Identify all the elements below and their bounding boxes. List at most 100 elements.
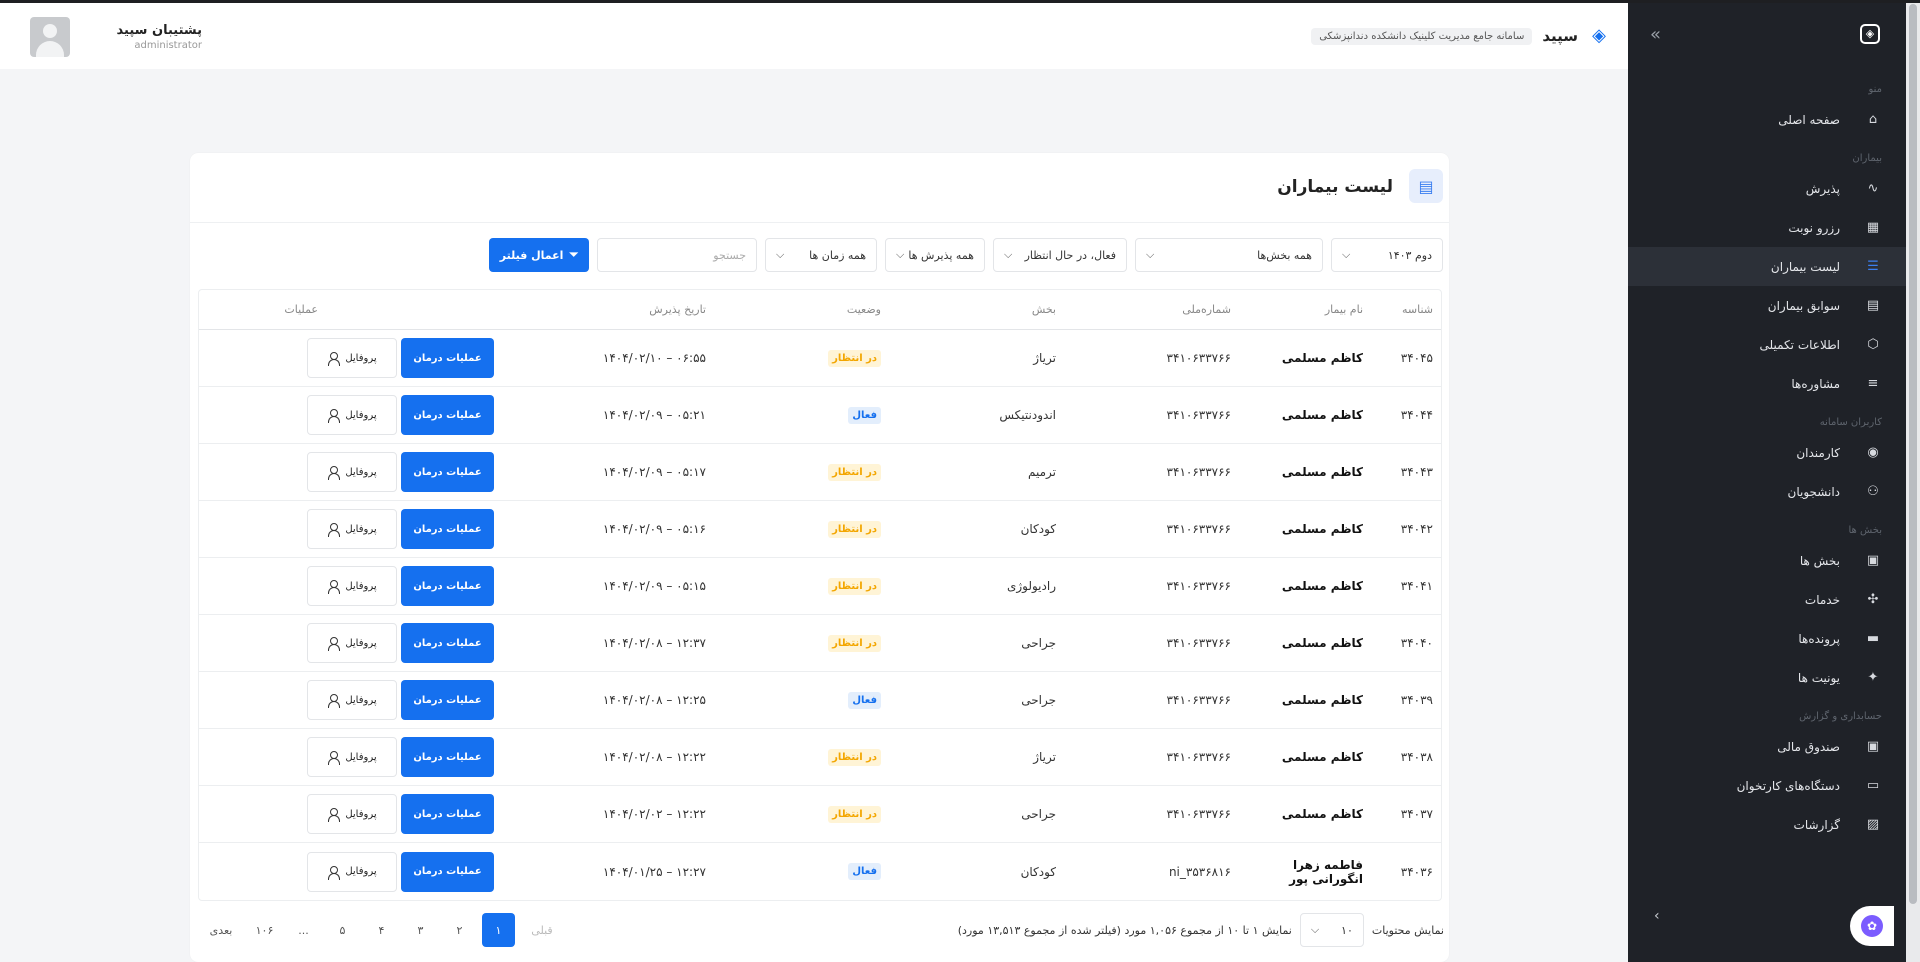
brand[interactable]: ◈ سپید سامانه جامع مدیریت کلینیک دانشکده… bbox=[1311, 25, 1610, 47]
brand-logo-icon: ◈ bbox=[1592, 25, 1606, 46]
patient-name: کاظم مسلمی bbox=[1281, 579, 1363, 593]
sidebar-item[interactable]: ✦ یونیت ها bbox=[1628, 658, 1906, 697]
profile-button[interactable]: پروفایل bbox=[307, 680, 397, 720]
assistant-bubble[interactable]: ✿ bbox=[1850, 906, 1894, 946]
apply-filter-button[interactable]: ⏷ اعمال فیلتر bbox=[489, 238, 589, 272]
chevron-down-icon: ⌵ bbox=[1342, 248, 1351, 261]
column-header-national-id[interactable]: شماره‌ملی bbox=[1068, 303, 1243, 316]
collapse-sidebar-icon[interactable]: « bbox=[1650, 24, 1661, 45]
app-logo-icon[interactable]: ◈ bbox=[1860, 24, 1880, 44]
ward: جراحی bbox=[1021, 693, 1056, 707]
column-header-ward[interactable]: بخش bbox=[893, 303, 1068, 316]
term-select[interactable]: دوم ۱۴۰۳ ⌵ bbox=[1331, 238, 1443, 272]
sidebar-item[interactable]: ▣ بخش ها bbox=[1628, 541, 1906, 580]
profile-button[interactable]: پروفایل bbox=[307, 509, 397, 549]
sidebar-item[interactable]: ▣ صندوق مالی bbox=[1628, 727, 1906, 766]
sidebar-item[interactable]: ✣ خدمات bbox=[1628, 580, 1906, 619]
patient-name: کاظم مسلمی bbox=[1281, 465, 1363, 479]
sidebar-item[interactable]: ☰ لیست بیماران bbox=[1628, 247, 1906, 286]
treatment-operations-button[interactable]: عملیات درمان bbox=[401, 452, 494, 492]
treatment-operations-button[interactable]: عملیات درمان bbox=[401, 509, 494, 549]
sidebar-item[interactable]: ▭ دستگاه‌های کارتخوان bbox=[1628, 766, 1906, 805]
admission-date: ۱۴۰۴/۰۲/۰۲ – ۱۲:۲۲ bbox=[602, 807, 706, 821]
admission-date: ۱۴۰۴/۰۲/۰۹ – ۰۵:۱۶ bbox=[602, 522, 706, 536]
next-page-button[interactable]: بعدی bbox=[200, 913, 242, 947]
sidebar-item-label: لیست بیماران bbox=[1770, 259, 1840, 274]
table-row: ۳۴۰۳۶ فاطمه زهرا انگورانی پور ni_۳۵۳۶۸۱۶… bbox=[199, 843, 1441, 900]
prev-page-button[interactable]: قبلی bbox=[521, 913, 563, 947]
admission-select[interactable]: همه پذیرش ها ⌵ bbox=[885, 238, 985, 272]
page-button[interactable]: ۱ bbox=[482, 913, 515, 947]
page-button[interactable]: ۴ bbox=[365, 913, 398, 947]
patient-id: ۳۴۰۴۵ bbox=[1400, 351, 1433, 365]
status-select-value: فعال، در حال انتظار bbox=[1024, 248, 1116, 262]
search-input[interactable] bbox=[597, 238, 757, 272]
column-header-id[interactable]: شناسه bbox=[1363, 303, 1441, 316]
page-size-select[interactable]: ۱۰ ⌵ bbox=[1299, 913, 1364, 947]
assistant-icon: ✿ bbox=[1861, 915, 1883, 937]
page-scrollbar[interactable] bbox=[1906, 0, 1920, 962]
column-header-name[interactable]: نام بیمار bbox=[1243, 303, 1363, 316]
ward-select[interactable]: همه بخش‌ها ⌵ bbox=[1135, 238, 1323, 272]
sidebar-item[interactable]: ▬ پرونده‌ها bbox=[1628, 619, 1906, 658]
sidebar-item[interactable]: ⬡ اطلاعات تکمیلی bbox=[1628, 325, 1906, 364]
ward-select-value: همه بخش‌ها bbox=[1257, 248, 1312, 262]
treatment-operations-button[interactable]: عملیات درمان bbox=[401, 395, 494, 435]
sidebar-item[interactable]: ⚇ دانشجویان bbox=[1628, 472, 1906, 511]
national-id: ۳۴۱۰۶۳۳۷۶۶ bbox=[1166, 465, 1231, 479]
profile-button[interactable]: پروفایل bbox=[307, 851, 397, 892]
profile-button[interactable]: پروفایل bbox=[307, 395, 397, 435]
treatment-operations-button[interactable]: عملیات درمان bbox=[401, 338, 494, 378]
sidebar-item[interactable]: ▨ گزارشات bbox=[1628, 805, 1906, 844]
profile-button[interactable]: پروفایل bbox=[307, 338, 397, 378]
page-button[interactable]: ۲ bbox=[443, 913, 476, 947]
profile-button[interactable]: پروفایل bbox=[307, 452, 397, 492]
column-header-date[interactable]: تاریخ پذیرش bbox=[508, 303, 718, 316]
sidebar-item[interactable]: ◉ کارمندان bbox=[1628, 433, 1906, 472]
admission-date: ۱۴۰۴/۰۲/۱۰ – ۰۶:۵۵ bbox=[602, 351, 706, 365]
profile-button[interactable]: پروفایل bbox=[307, 794, 397, 834]
patient-list-icon: ▤ bbox=[1409, 169, 1443, 203]
treatment-operations-button[interactable]: عملیات درمان bbox=[401, 851, 494, 892]
scrollbar-thumb[interactable] bbox=[1909, 4, 1917, 904]
treatment-operations-button[interactable]: عملیات درمان bbox=[401, 623, 494, 663]
ward: کودکان bbox=[1020, 522, 1056, 536]
patient-id: ۳۴۰۴۰ bbox=[1400, 636, 1433, 650]
sidebar-item[interactable]: ≡ مشاوره‌ها bbox=[1628, 364, 1906, 403]
home-icon: ⌂ bbox=[1868, 112, 1878, 127]
chevron-down-icon: ⌵ bbox=[776, 248, 785, 261]
ward: جراحی bbox=[1021, 636, 1056, 650]
profile-button[interactable]: پروفایل bbox=[307, 566, 397, 606]
treatment-operations-button[interactable]: عملیات درمان bbox=[401, 794, 494, 834]
avatar[interactable] bbox=[30, 17, 70, 57]
profile-button[interactable]: پروفایل bbox=[307, 737, 397, 777]
sidebar-item[interactable]: ▤ سوابق بیماران bbox=[1628, 286, 1906, 325]
status-select[interactable]: فعال، در حال انتظار ⌵ bbox=[993, 238, 1127, 272]
national-id: ۳۴۱۰۶۳۳۷۶۶ bbox=[1166, 693, 1231, 707]
page-button[interactable]: ۳ bbox=[404, 913, 437, 947]
page-button[interactable]: ۱۰۶ bbox=[248, 913, 281, 947]
profile-button[interactable]: پروفایل bbox=[307, 623, 397, 663]
column-header-status[interactable]: وضعیت bbox=[718, 303, 893, 316]
sidebar-item[interactable]: ▦ رزرو نوبت bbox=[1628, 208, 1906, 247]
user-name: پشتیبان سپید bbox=[116, 23, 202, 38]
sidebar-item[interactable]: ⌂ صفحه اصلی bbox=[1628, 100, 1906, 139]
admission-date: ۱۴۰۴/۰۲/۰۹ – ۰۵:۱۷ bbox=[602, 465, 706, 479]
chat-icon: ≡ bbox=[1867, 376, 1879, 391]
treatment-operations-button[interactable]: عملیات درمان bbox=[401, 680, 494, 720]
time-select-value: همه زمان ها bbox=[809, 248, 866, 262]
time-select[interactable]: همه زمان ها ⌵ bbox=[765, 238, 877, 272]
profile-button-label: پروفایل bbox=[345, 808, 377, 820]
sidebar-item-label: اطلاعات تکمیلی bbox=[1759, 337, 1840, 352]
sparkle-icon: ✦ bbox=[1867, 670, 1879, 685]
user-menu[interactable]: پشتیبان سپید administrator bbox=[30, 17, 202, 57]
patient-name: فاطمه زهرا انگورانی پور bbox=[1289, 857, 1363, 886]
patient-name: کاظم مسلمی bbox=[1281, 636, 1363, 650]
treatment-operations-button[interactable]: عملیات درمان bbox=[401, 737, 494, 777]
sidebar-item[interactable]: ∿ پذیرش bbox=[1628, 169, 1906, 208]
profile-button-label: پروفایل bbox=[345, 751, 377, 763]
national-id: ۳۴۱۰۶۳۳۷۶۶ bbox=[1166, 408, 1231, 422]
chevron-left-icon[interactable]: ‹ bbox=[1654, 908, 1660, 924]
page-button[interactable]: ۵ bbox=[326, 913, 359, 947]
treatment-operations-button[interactable]: عملیات درمان bbox=[401, 566, 494, 606]
